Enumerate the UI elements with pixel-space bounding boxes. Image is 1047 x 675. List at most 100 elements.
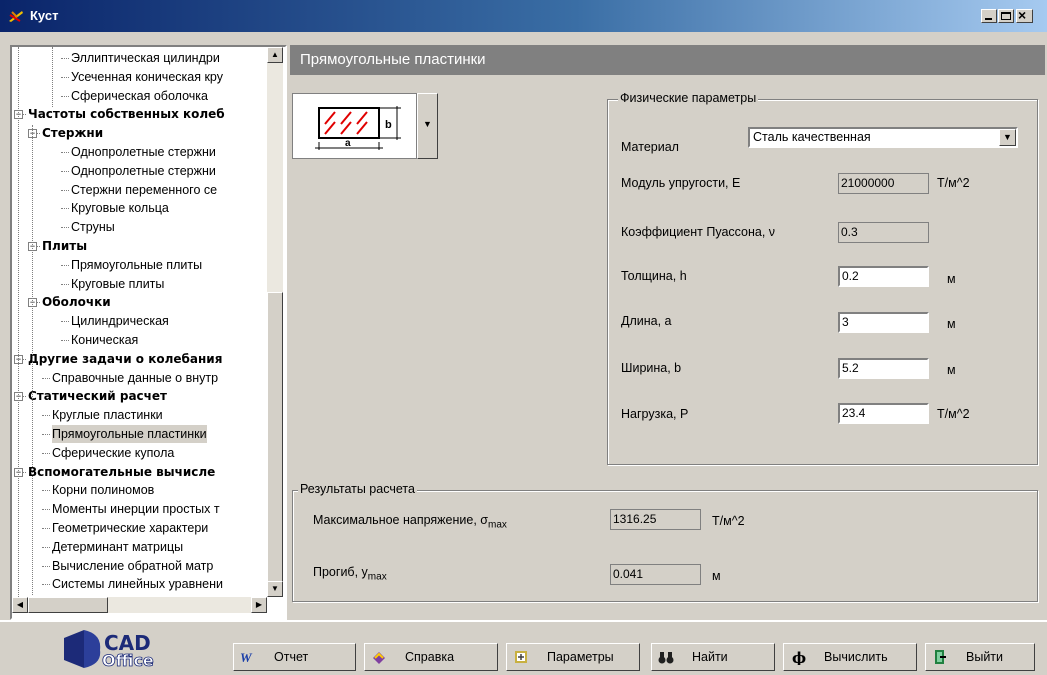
- tree-item[interactable]: Эллиптическая цилиндри: [71, 49, 220, 67]
- length-input[interactable]: 3: [838, 312, 929, 333]
- tree-node[interactable]: Стержни: [42, 124, 103, 142]
- tree-connector: [61, 321, 69, 323]
- report-label: Отчет: [274, 650, 309, 664]
- material-value: Сталь качественная: [753, 130, 871, 144]
- tree-item[interactable]: Моменты инерции простых т: [52, 500, 220, 518]
- tree-connector: [42, 509, 50, 511]
- tree-node[interactable]: Статический расчет: [28, 387, 167, 405]
- scroll-right-button[interactable]: ▶: [251, 597, 267, 613]
- tree-connector: [61, 95, 69, 97]
- load-input[interactable]: 23.4: [838, 403, 929, 424]
- chevron-down-icon[interactable]: ▼: [999, 129, 1016, 146]
- minimize-button[interactable]: [981, 9, 997, 23]
- thickness-input[interactable]: 0.2: [838, 266, 929, 287]
- tree-item[interactable]: Однопролетные стержни: [71, 143, 216, 161]
- scheme-dropdown-button[interactable]: ▼: [417, 93, 438, 159]
- thickness-label: Толщина, h: [621, 269, 687, 283]
- close-button[interactable]: ×: [1016, 7, 1033, 23]
- tree-node[interactable]: Плиты: [42, 237, 87, 255]
- tree-item[interactable]: Однопролетные стержни: [71, 162, 216, 180]
- tree-connector: [61, 208, 69, 210]
- tree-guide-line: [32, 125, 33, 595]
- tree-connector: [61, 152, 69, 153]
- scroll-up-button[interactable]: ▲: [267, 47, 283, 63]
- report-button[interactable]: W Отчет: [233, 643, 356, 671]
- find-label: Найти: [692, 650, 728, 664]
- scheme-label-b: b: [385, 119, 392, 131]
- tree-node[interactable]: Другие задачи о колебания: [28, 350, 222, 368]
- exit-label: Выйти: [966, 650, 1004, 664]
- tree-connector: [42, 546, 50, 548]
- tree-item[interactable]: Коническая: [71, 331, 138, 349]
- tree-horizontal-scrollbar[interactable]: ◀ ▶: [12, 597, 267, 613]
- tree-vertical-scrollbar[interactable]: ▲ ▼: [267, 47, 283, 597]
- deflection-unit: м: [712, 569, 721, 583]
- tree-node[interactable]: Частоты собственных колеб: [28, 105, 225, 123]
- width-input[interactable]: 5.2: [838, 358, 929, 379]
- tree-item[interactable]: Корни полиномов: [52, 481, 154, 499]
- tree-item[interactable]: Круговые кольца: [71, 199, 169, 217]
- word-icon: W: [240, 650, 253, 665]
- tree-view[interactable]: Эллиптическая цилиндри Усеченная коническ…: [12, 47, 267, 597]
- tree-connector: [42, 434, 50, 435]
- app-icon: [9, 11, 23, 22]
- deflection-label: Прогиб, ymax: [313, 565, 387, 583]
- title-bar: Куст ×: [0, 0, 1047, 32]
- material-select[interactable]: Сталь качественная ▼: [748, 127, 1018, 148]
- help-button[interactable]: Справка: [364, 643, 498, 671]
- tree-connector: [42, 490, 50, 492]
- tree-connector: [42, 377, 50, 379]
- tree-item[interactable]: Стержни переменного се: [71, 181, 217, 199]
- tree-item[interactable]: Усеченная коническая кру: [71, 68, 223, 86]
- page-title: Прямоугольные пластинки: [300, 51, 486, 68]
- stress-label-text: Максимальное напряжение, σ: [313, 513, 488, 527]
- help-label: Справка: [405, 650, 455, 664]
- page-header: Прямоугольные пластинки: [290, 45, 1045, 75]
- tree-item[interactable]: Прямоугольные пластинки: [52, 425, 207, 443]
- scroll-down-button[interactable]: ▼: [267, 581, 283, 597]
- tree-item[interactable]: Круглые пластинки: [52, 406, 163, 424]
- tree-item[interactable]: Вычисление обратной матр: [52, 557, 213, 575]
- tree-connector: [61, 58, 69, 59]
- tree-item[interactable]: Круговые плиты: [71, 275, 164, 293]
- calculate-button[interactable]: ϕ Вычислить: [783, 643, 917, 671]
- binoculars-icon: [658, 652, 674, 664]
- tree-connector: [61, 170, 69, 172]
- width-label: Ширина, b: [621, 361, 682, 375]
- find-button[interactable]: Найти: [651, 643, 775, 671]
- tree-item[interactable]: Справочные данные о внутр: [52, 369, 218, 387]
- tree-node[interactable]: Вспомогательные вычисле: [28, 463, 215, 481]
- tree-item[interactable]: Сферическая оболочка: [71, 87, 208, 105]
- scheme-selector[interactable]: b a ▼: [292, 93, 438, 159]
- params-label: Параметры: [547, 650, 614, 664]
- phi-icon: ϕ: [792, 649, 806, 665]
- logo-text-bottom: Office: [102, 651, 154, 670]
- tree-item[interactable]: Системы линейных уравнени: [52, 575, 223, 593]
- tree-item[interactable]: Сферические купола: [52, 444, 174, 462]
- tree-connector: [42, 528, 50, 529]
- exit-button[interactable]: Выйти: [925, 643, 1035, 671]
- tree-connector: [61, 264, 69, 266]
- svg-text:W: W: [240, 650, 253, 665]
- tree-item[interactable]: Детерминант матрицы: [52, 538, 183, 556]
- tree-item[interactable]: Прямоугольные плиты: [71, 256, 202, 274]
- calculate-label: Вычислить: [824, 650, 888, 664]
- material-label: Материал: [621, 140, 679, 154]
- window-title: Куст: [30, 8, 59, 23]
- deflection-field: 0.041: [610, 564, 701, 585]
- params-button[interactable]: Параметры: [506, 643, 640, 671]
- maximize-button[interactable]: [998, 9, 1014, 23]
- tree-item[interactable]: Струны: [71, 218, 115, 236]
- tree-item[interactable]: Цилиндрическая: [71, 312, 169, 330]
- settings-icon: [515, 651, 527, 663]
- scroll-left-button[interactable]: ◀: [12, 597, 28, 613]
- deflection-label-text: Прогиб, y: [313, 565, 368, 579]
- scroll-thumb[interactable]: [267, 292, 283, 587]
- tree-item[interactable]: Геометрические характери: [52, 519, 208, 537]
- hscroll-thumb[interactable]: [28, 597, 108, 613]
- modulus-field: 21000000: [838, 173, 929, 194]
- tree-node[interactable]: Оболочки: [42, 293, 111, 311]
- thickness-unit: м: [947, 272, 956, 286]
- tree-connector: [61, 283, 69, 285]
- stress-label: Максимальное напряжение, σmax: [313, 513, 507, 531]
